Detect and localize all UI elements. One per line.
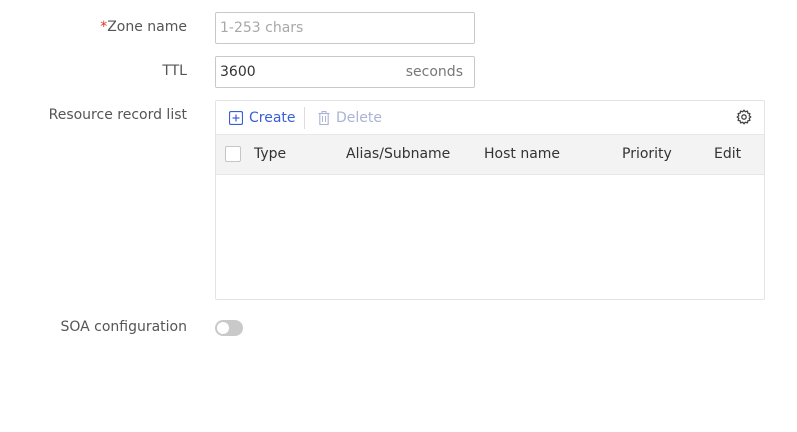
resource-record-list-label: Resource record list bbox=[48, 107, 187, 123]
zone-name-field-box bbox=[215, 12, 475, 44]
ttl-label: TTL bbox=[162, 63, 187, 79]
create-button[interactable]: Create bbox=[229, 109, 296, 127]
plus-square-icon bbox=[229, 111, 243, 125]
soa-configuration-toggle[interactable] bbox=[215, 320, 243, 336]
column-header-edit[interactable]: Edit bbox=[714, 135, 741, 174]
trash-icon bbox=[318, 111, 330, 125]
table-toolbar: Create Delete bbox=[216, 101, 764, 134]
column-header-host-name[interactable]: Host name bbox=[484, 135, 560, 174]
column-header-priority[interactable]: Priority bbox=[622, 135, 672, 174]
zone-name-label-text: Zone name bbox=[107, 19, 187, 35]
table-header: Type Alias/Subname Host name Priority Ed… bbox=[216, 134, 764, 175]
gear-icon[interactable] bbox=[736, 109, 752, 125]
table-body bbox=[216, 175, 764, 299]
delete-button[interactable]: Delete bbox=[318, 109, 382, 127]
column-header-alias[interactable]: Alias/Subname bbox=[346, 135, 450, 174]
toolbar-divider bbox=[304, 107, 305, 129]
column-header-type[interactable]: Type bbox=[254, 135, 286, 174]
ttl-unit: seconds bbox=[405, 64, 463, 80]
zone-name-label: *Zone name bbox=[100, 19, 187, 35]
delete-button-label: Delete bbox=[336, 110, 382, 126]
create-button-label: Create bbox=[249, 110, 296, 126]
select-all-checkbox[interactable] bbox=[225, 146, 241, 162]
ttl-field-box: seconds bbox=[215, 56, 475, 88]
resource-record-table: Create Delete Type Alias/Subname Host na… bbox=[215, 100, 765, 300]
soa-configuration-label: SOA configuration bbox=[60, 319, 187, 335]
toggle-knob bbox=[217, 322, 229, 334]
ttl-input[interactable] bbox=[216, 57, 400, 87]
zone-name-input[interactable] bbox=[216, 13, 400, 43]
